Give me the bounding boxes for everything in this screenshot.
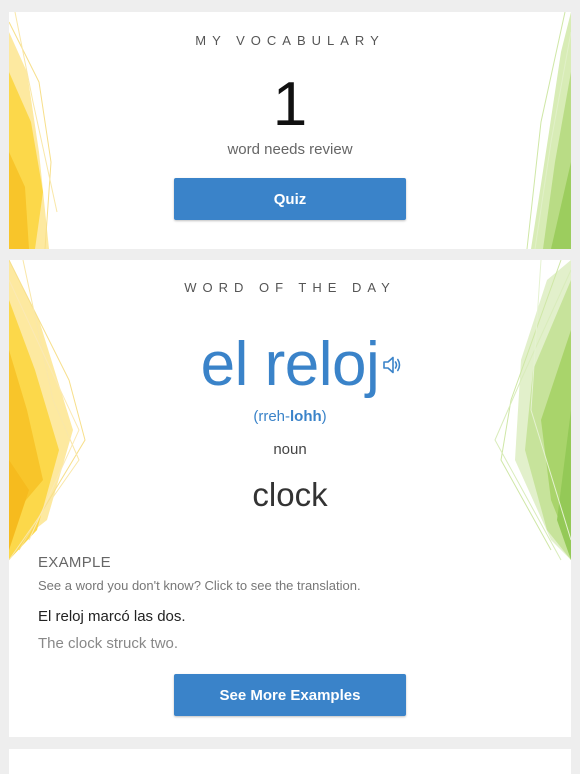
pronunciation: (rreh-lohh) xyxy=(253,408,327,425)
word-row: el reloj xyxy=(9,330,571,400)
example-hint: See a word you don't know? Click to see … xyxy=(38,578,361,593)
example-heading: EXAMPLE xyxy=(38,554,111,571)
word-of-the-day-heading: WORD OF THE DAY xyxy=(184,280,396,295)
see-more-examples-button[interactable]: See More Examples xyxy=(174,674,406,716)
word-of-the-day-card: WORD OF THE DAY el reloj (rreh-lohh) nou… xyxy=(9,260,571,737)
speaker-icon[interactable] xyxy=(381,354,403,376)
review-count: 1 xyxy=(272,70,308,139)
part-of-speech: noun xyxy=(273,441,307,458)
stressed-syllable: lohh xyxy=(290,408,322,425)
review-count-label: word needs review xyxy=(227,141,353,158)
app-page: MY VOCABULARY 1 word needs review Quiz W… xyxy=(0,0,580,774)
english-translation: clock xyxy=(252,476,328,513)
spanish-word: el reloj xyxy=(200,330,380,399)
example-sentence[interactable]: El reloj marcó las dos. xyxy=(38,608,186,625)
example-translation: The clock struck two. xyxy=(38,635,179,652)
next-card xyxy=(9,749,571,774)
vocabulary-heading: MY VOCABULARY xyxy=(195,33,385,48)
quiz-button[interactable]: Quiz xyxy=(174,178,406,220)
vocabulary-card: MY VOCABULARY 1 word needs review Quiz xyxy=(9,12,571,249)
